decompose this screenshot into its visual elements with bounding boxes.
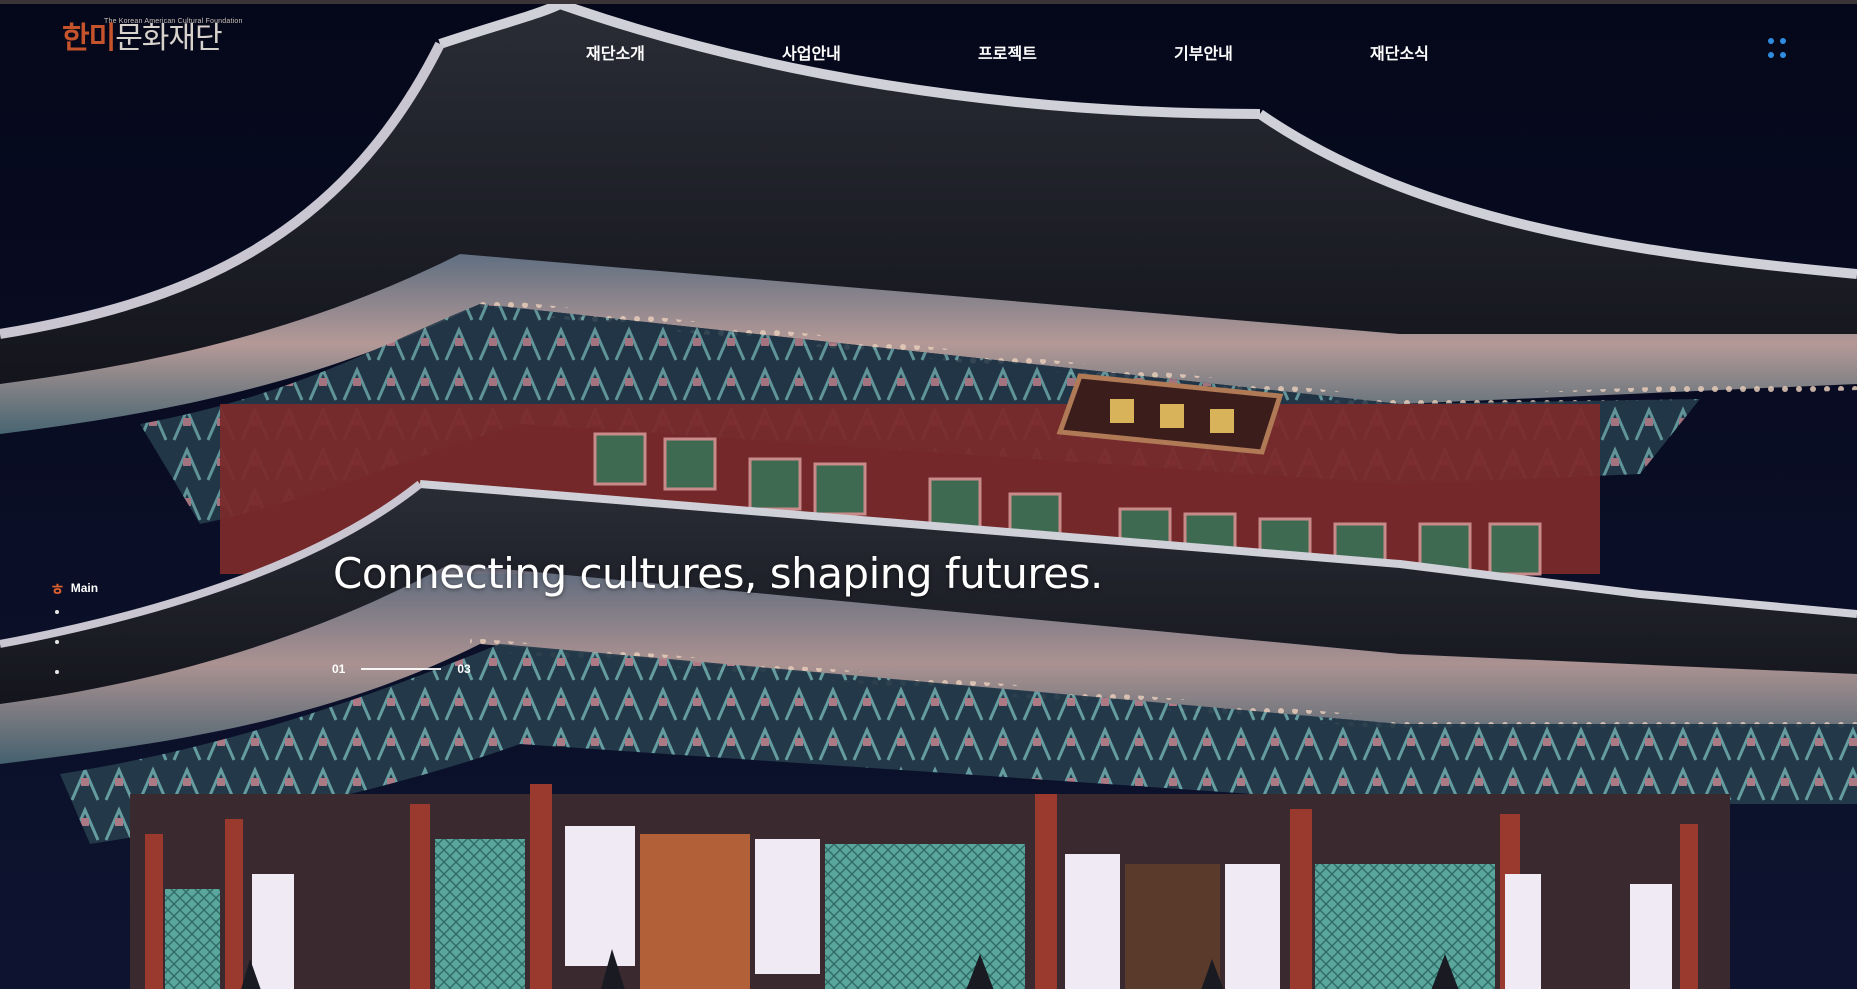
slide-pager: 01 03	[332, 662, 471, 676]
side-section-nav: ㅎ Main	[50, 576, 98, 700]
side-nav-dot[interactable]	[55, 640, 59, 644]
main-nav: 재단소개 사업안내 프로젝트 기부안내 재단소식	[0, 40, 1857, 64]
grid-menu-icon[interactable]	[1768, 38, 1790, 60]
nav-item-projects[interactable]: 프로젝트	[978, 40, 1037, 64]
hero-palace-image	[0, 4, 1857, 989]
side-nav-current[interactable]: ㅎ Main	[50, 576, 98, 600]
side-nav-current-label: Main	[70, 581, 99, 595]
nav-item-programs[interactable]: 사업안내	[782, 40, 841, 64]
nav-item-about[interactable]: 재단소개	[586, 40, 645, 64]
pager-current: 01	[332, 662, 346, 676]
side-nav-dot[interactable]	[55, 670, 59, 674]
nav-item-news[interactable]: 재단소식	[1370, 40, 1429, 64]
pager-total: 03	[457, 662, 471, 676]
side-nav-dot[interactable]	[55, 610, 59, 614]
hero-headline: Connecting cultures, shaping futures.	[333, 549, 1103, 598]
page: The Korean American Cultural Foundation …	[0, 0, 1857, 989]
pager-progress-bar[interactable]	[361, 668, 442, 670]
side-nav-dots	[55, 610, 98, 674]
section-marker-icon: ㅎ	[50, 580, 65, 599]
nav-item-donate[interactable]: 기부안내	[1174, 40, 1233, 64]
